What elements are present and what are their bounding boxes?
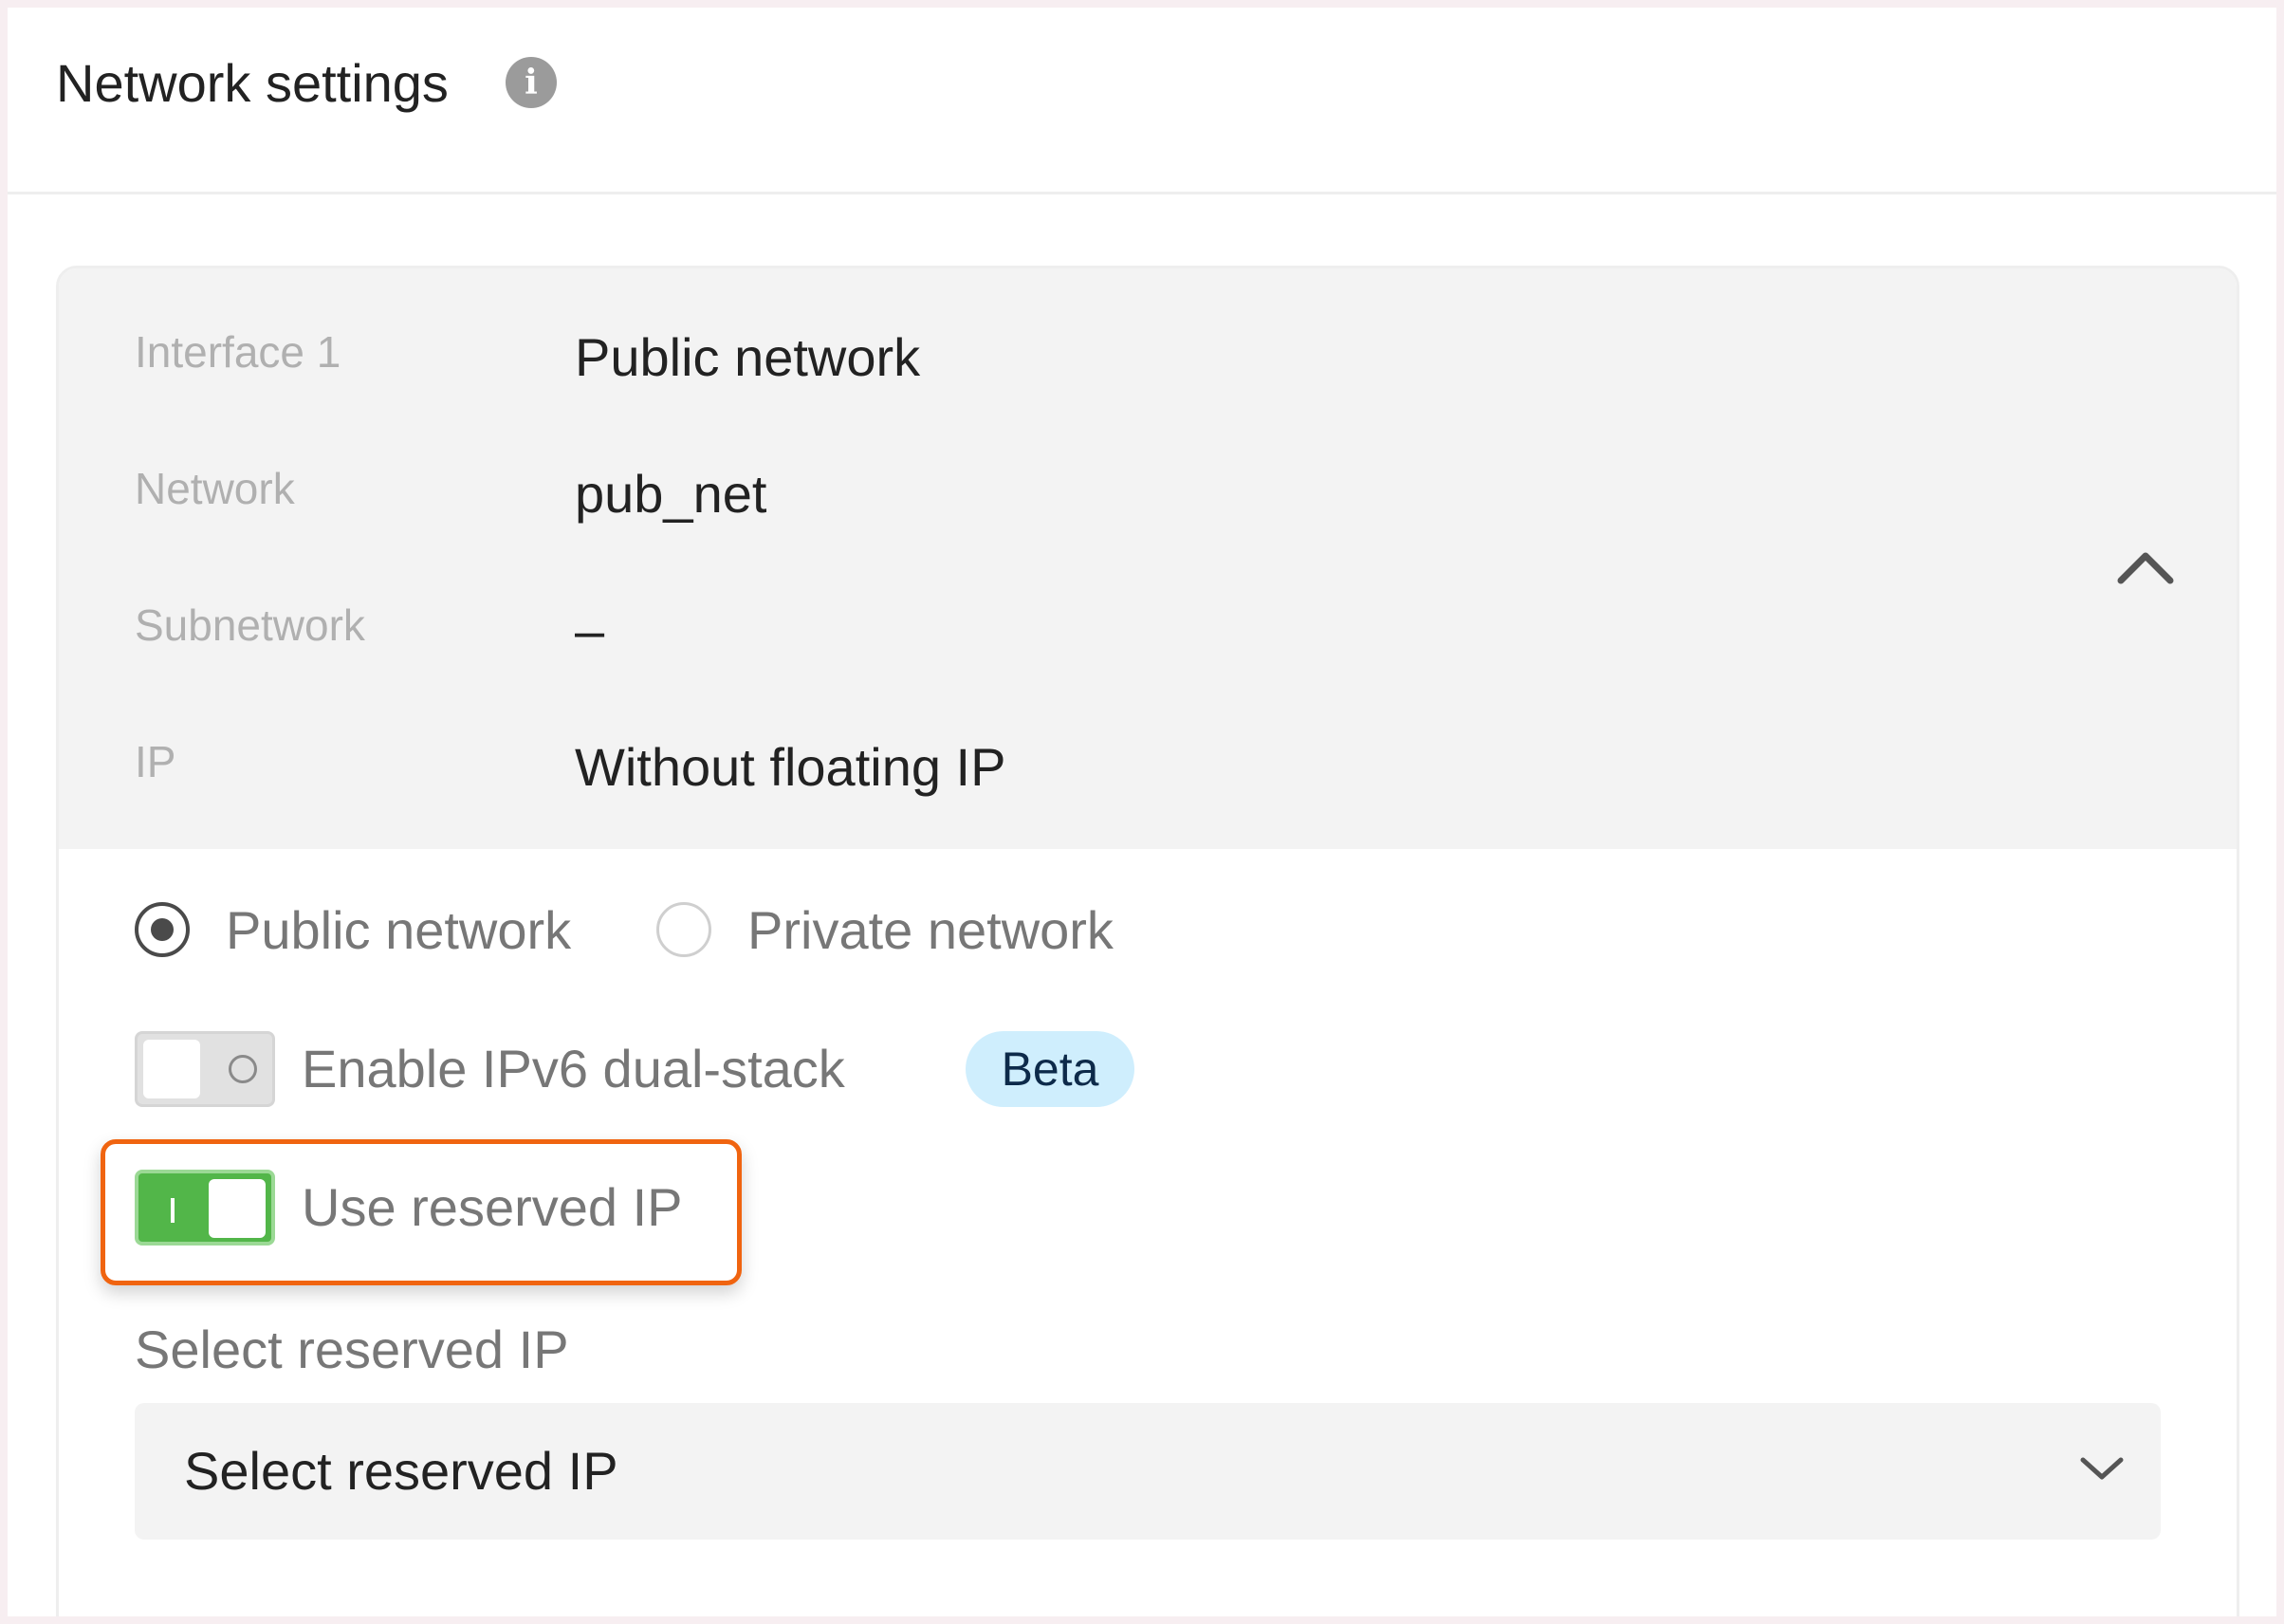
network-settings-panel: Network settings i Interface 1 Public ne… [8,8,2276,1616]
reserved-ip-field-label: Select reserved IP [135,1320,569,1379]
panel-header: Network settings i [8,8,2276,194]
radio-dot [151,918,174,941]
radio-label: Public network [226,900,572,960]
toggle-off-icon [229,1055,257,1083]
select-value: Select reserved IP [184,1441,618,1501]
ipv6-toggle-label: Enable IPv6 dual-stack [302,1039,845,1098]
summary-row-subnetwork: Subnetwork – [59,583,2237,660]
beta-badge: Beta [966,1031,1134,1107]
interface-summary[interactable]: Interface 1 Public network Network pub_n… [59,268,2237,849]
summary-label: IP [135,737,176,786]
ipv6-toggle[interactable] [135,1031,275,1107]
toggle-knob [143,1040,200,1098]
chevron-up-icon[interactable] [2108,539,2183,596]
summary-row-interface: Interface 1 Public network [59,310,2237,387]
reserved-ip-select[interactable]: Select reserved IP [135,1403,2161,1540]
radio-button-checked[interactable] [135,902,190,957]
summary-value: pub_net [575,464,767,524]
radio-label: Private network [747,900,1114,960]
info-icon[interactable]: i [506,57,557,108]
summary-row-network: Network pub_net [59,447,2237,524]
toggle-on-icon [171,1198,175,1223]
chevron-down-icon [2080,1457,2124,1480]
reserved-ip-toggle[interactable] [135,1170,275,1246]
summary-value: Without floating IP [575,737,1006,797]
interface-card: Interface 1 Public network Network pub_n… [56,266,2239,1616]
toggle-knob [209,1179,266,1238]
page-title: Network settings [56,53,449,113]
summary-label: Network [135,464,295,513]
radio-button[interactable] [656,902,711,957]
summary-value: Public network [575,327,921,387]
summary-label: Subnetwork [135,600,365,650]
summary-value: – [575,600,605,660]
summary-label: Interface 1 [135,327,341,377]
summary-row-ip: IP Without floating IP [59,720,2237,797]
reserved-ip-toggle-label: Use reserved IP [302,1177,683,1237]
